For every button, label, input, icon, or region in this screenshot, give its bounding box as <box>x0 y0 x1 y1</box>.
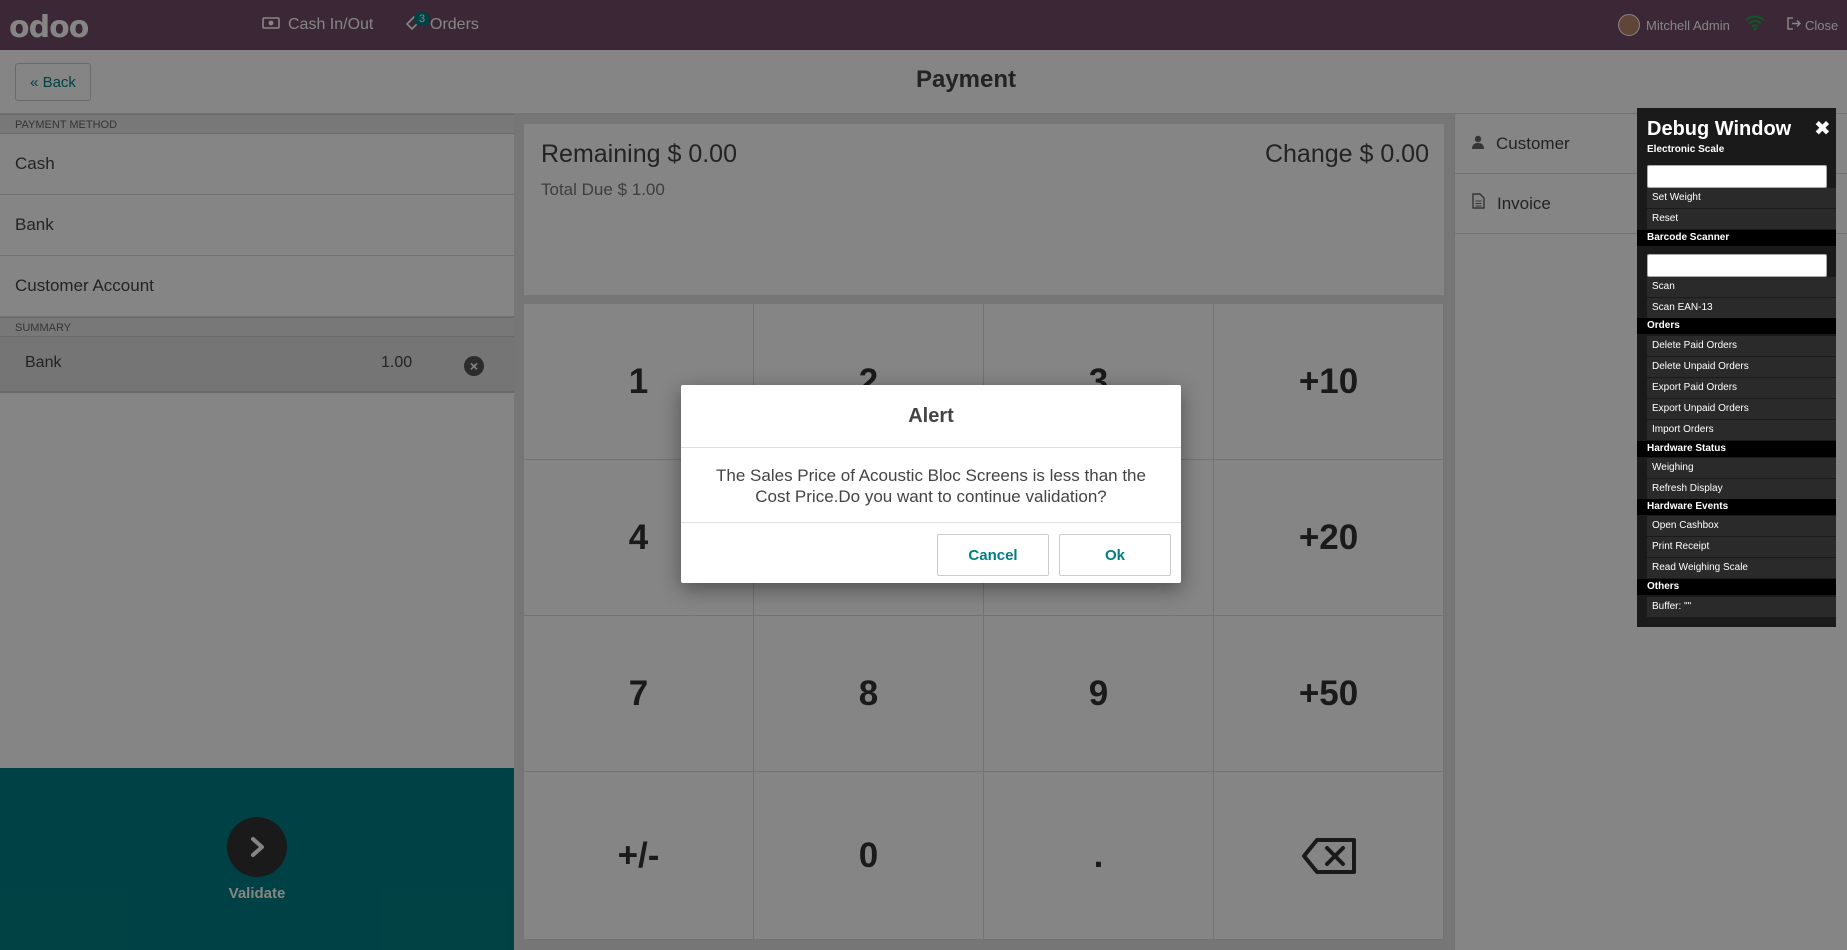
read-weighing-scale-button[interactable]: Read Weighing Scale <box>1647 558 1836 578</box>
hardware-events-header: Hardware Events <box>1637 499 1836 515</box>
debug-title: Debug Window <box>1647 118 1792 140</box>
set-weight-button[interactable]: Set Weight <box>1647 188 1836 208</box>
others-header: Others <box>1637 579 1836 595</box>
delete-unpaid-orders-button[interactable]: Delete Unpaid Orders <box>1647 357 1836 377</box>
export-unpaid-orders-button[interactable]: Export Unpaid Orders <box>1647 399 1836 419</box>
weight-input[interactable] <box>1647 165 1827 188</box>
barcode-scanner-header: Barcode Scanner <box>1637 230 1836 246</box>
close-icon[interactable]: ✖ <box>1814 116 1831 141</box>
reset-button[interactable]: Reset <box>1647 209 1836 229</box>
divider <box>681 522 1181 523</box>
print-receipt-button[interactable]: Print Receipt <box>1647 537 1836 557</box>
refresh-display-button[interactable]: Refresh Display <box>1647 479 1836 499</box>
divider <box>681 447 1181 448</box>
import-orders-button[interactable]: Import Orders <box>1647 420 1836 440</box>
electronic-scale-header: Electronic Scale <box>1647 144 1725 155</box>
export-paid-orders-button[interactable]: Export Paid Orders <box>1647 378 1836 398</box>
orders-header: Orders <box>1637 318 1836 334</box>
buffer-display: Buffer: "" <box>1647 597 1836 617</box>
scan-ean13-button[interactable]: Scan EAN-13 <box>1647 298 1836 318</box>
debug-window: Debug Window ✖ Electronic Scale Set Weig… <box>1637 108 1836 627</box>
barcode-input[interactable] <box>1647 254 1827 277</box>
open-cashbox-button[interactable]: Open Cashbox <box>1647 516 1836 536</box>
alert-dialog: Alert The Sales Price of Acoustic Bloc S… <box>681 385 1181 583</box>
weighing-status[interactable]: Weighing <box>1647 458 1836 478</box>
dialog-title: Alert <box>908 405 954 427</box>
ok-button[interactable]: Ok <box>1059 534 1171 576</box>
scan-button[interactable]: Scan <box>1647 277 1836 297</box>
hardware-status-header: Hardware Status <box>1637 441 1836 457</box>
delete-paid-orders-button[interactable]: Delete Paid Orders <box>1647 336 1836 356</box>
cancel-button[interactable]: Cancel <box>937 534 1049 576</box>
dialog-message: The Sales Price of Acoustic Bloc Screens… <box>716 466 1146 506</box>
